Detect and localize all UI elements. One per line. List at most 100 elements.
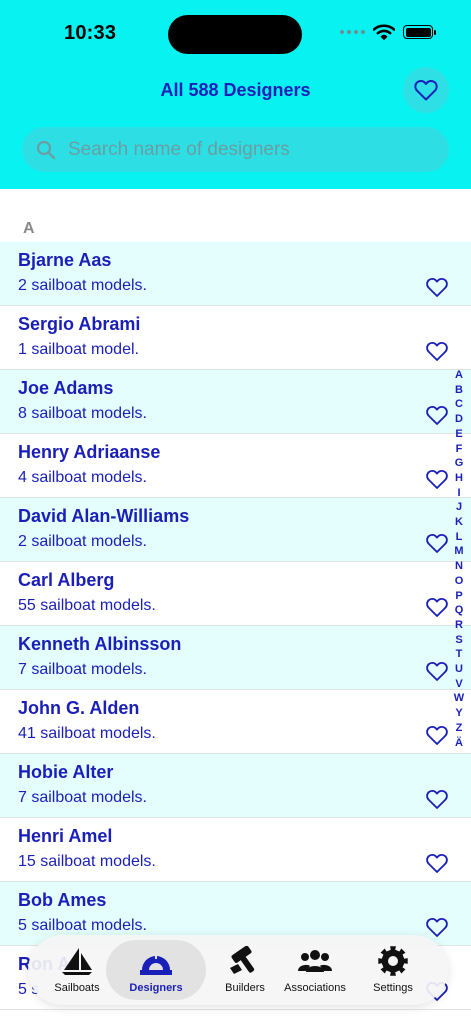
index-letter[interactable]: Y <box>455 706 462 721</box>
search-input[interactable] <box>66 137 410 162</box>
index-letter[interactable]: N <box>455 559 463 574</box>
favorite-heart-icon[interactable] <box>426 917 448 937</box>
index-letter[interactable]: Ä <box>455 736 463 751</box>
tab-label: Settings <box>373 982 413 994</box>
alphabet-index[interactable]: ABCDEFGHIJKLMNOPQRSTUVWYZÄ <box>451 368 467 750</box>
designer-row[interactable]: Henry Adriaanse 4 sailboat models. <box>0 434 471 498</box>
favorite-heart-icon[interactable] <box>426 469 448 489</box>
model-count: 2 sailboat models. <box>18 533 147 550</box>
tab-associations[interactable]: Associations <box>278 940 352 1000</box>
designer-row[interactable]: Bjarne Aas 2 sailboat models. <box>0 242 471 306</box>
index-letter[interactable]: F <box>456 442 463 457</box>
favorite-heart-icon[interactable] <box>426 661 448 681</box>
sailboat-icon <box>62 948 92 975</box>
designer-name: Sergio Abrami <box>18 314 141 334</box>
model-count: 8 sailboat models. <box>18 405 147 422</box>
designer-name: Joe Adams <box>18 378 114 398</box>
model-count: 1 sailboat model. <box>18 341 139 358</box>
heart-icon <box>414 80 438 101</box>
page-title: All 588 Designers <box>160 80 311 100</box>
index-letter[interactable]: U <box>455 662 463 677</box>
tab-label: Sailboats <box>54 982 100 994</box>
protractor-icon <box>140 954 172 975</box>
designer-row[interactable]: Joe Adams 8 sailboat models. <box>0 370 471 434</box>
model-count: 41 sailboat models. <box>18 725 156 742</box>
index-letter[interactable]: M <box>454 544 463 559</box>
favorite-heart-icon[interactable] <box>426 405 448 425</box>
favorites-button[interactable] <box>403 67 449 113</box>
designer-row[interactable]: Sergio Abrami 1 sailboat model. <box>0 306 471 370</box>
section-header: A <box>23 220 35 237</box>
tab-designers[interactable]: Designers <box>106 940 206 1000</box>
designer-name: Henri Amel <box>18 826 113 846</box>
designer-name: Bjarne Aas <box>18 250 112 270</box>
favorite-heart-icon[interactable] <box>426 789 448 809</box>
favorite-heart-icon[interactable] <box>426 853 448 873</box>
hammer-icon <box>230 946 255 974</box>
designer-row[interactable]: John G. Alden 41 sailboat models. <box>0 690 471 754</box>
tab-bar: Sailboats Designers Builders Association… <box>28 935 448 1005</box>
index-letter[interactable]: Z <box>456 721 463 736</box>
tab-settings[interactable]: Settings <box>356 940 430 1000</box>
signal-icon <box>340 30 365 34</box>
designer-row[interactable]: David Alan-Williams 2 sailboat models. <box>0 498 471 562</box>
favorite-heart-icon[interactable] <box>426 533 448 553</box>
index-letter[interactable]: E <box>455 427 462 442</box>
designer-row[interactable]: Henri Amel 15 sailboat models. <box>0 818 471 882</box>
index-letter[interactable]: O <box>455 574 464 589</box>
index-letter[interactable]: T <box>456 647 463 662</box>
designer-row[interactable]: Carl Alberg 55 sailboat models. <box>0 562 471 626</box>
index-letter[interactable]: P <box>455 589 462 604</box>
index-letter[interactable]: V <box>455 677 462 692</box>
tab-label: Builders <box>225 982 265 994</box>
index-letter[interactable]: D <box>455 412 463 427</box>
index-letter[interactable]: Q <box>455 603 464 618</box>
search-icon <box>36 140 56 159</box>
designer-name: John G. Alden <box>18 698 140 718</box>
tab-sailboats[interactable]: Sailboats <box>40 940 114 1000</box>
index-letter[interactable]: A <box>455 368 463 383</box>
favorite-heart-icon[interactable] <box>426 597 448 617</box>
gear-icon <box>378 946 408 976</box>
designer-name: Bob Ames <box>18 890 107 910</box>
status-time: 10:33 <box>64 22 117 44</box>
model-count: 5 sailboat models. <box>18 917 147 934</box>
index-letter[interactable]: W <box>454 691 464 706</box>
index-letter[interactable]: K <box>455 515 463 530</box>
index-letter[interactable]: J <box>456 500 462 515</box>
designer-name: David Alan-Williams <box>18 506 190 526</box>
model-count: 4 sailboat models. <box>18 469 147 486</box>
index-letter[interactable]: S <box>455 633 462 648</box>
model-count: 55 sailboat models. <box>18 597 156 614</box>
designer-name: Henry Adriaanse <box>18 442 161 462</box>
tab-label: Designers <box>129 982 183 994</box>
index-letter[interactable]: H <box>455 471 463 486</box>
designer-name: Carl Alberg <box>18 570 115 590</box>
favorite-heart-icon[interactable] <box>426 341 448 361</box>
index-letter[interactable]: B <box>455 383 463 398</box>
designer-list[interactable]: A Bjarne Aas 2 sailboat models. Sergio Abr… <box>0 189 471 1024</box>
status-icons <box>340 24 436 40</box>
favorite-heart-icon[interactable] <box>426 277 448 297</box>
tab-builders[interactable]: Builders <box>208 940 282 1000</box>
designer-name: Hobie Alter <box>18 762 114 782</box>
battery-icon <box>403 25 436 39</box>
model-count: 2 sailboat models. <box>18 277 147 294</box>
tab-label: Associations <box>284 982 346 994</box>
model-count: 15 sailboat models. <box>18 853 156 870</box>
search-bar[interactable] <box>22 127 449 172</box>
model-count: 7 sailboat models. <box>18 661 147 678</box>
index-letter[interactable]: G <box>455 456 464 471</box>
designer-name: Kenneth Albinsson <box>18 634 182 654</box>
index-letter[interactable]: C <box>455 397 463 412</box>
index-letter[interactable]: I <box>457 486 460 501</box>
model-count: 7 sailboat models. <box>18 789 147 806</box>
index-letter[interactable]: R <box>455 618 463 633</box>
designer-rows: Bjarne Aas 2 sailboat models. Sergio Abram… <box>0 242 471 1010</box>
wifi-icon <box>373 24 395 40</box>
people-icon <box>298 950 332 972</box>
favorite-heart-icon[interactable] <box>426 725 448 745</box>
designer-row[interactable]: Hobie Alter 7 sailboat models. <box>0 754 471 818</box>
index-letter[interactable]: L <box>456 530 463 545</box>
designer-row[interactable]: Kenneth Albinsson 7 sailboat models. <box>0 626 471 690</box>
